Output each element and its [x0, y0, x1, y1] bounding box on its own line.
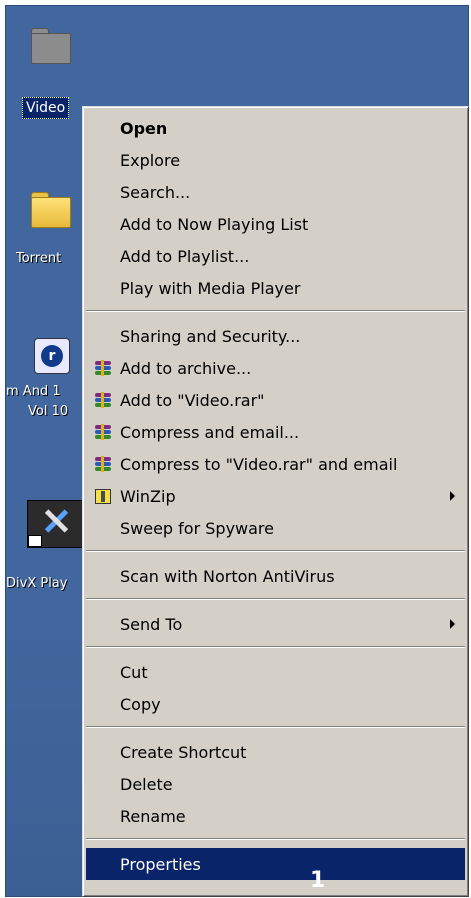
menu-item-add-now-playing[interactable]: Add to Now Playing List — [86, 208, 465, 240]
menu-item-explore[interactable]: Explore — [86, 144, 465, 176]
menu-item-create-shortcut[interactable]: Create Shortcut — [86, 736, 465, 768]
menu-item-properties[interactable]: Properties — [86, 848, 465, 880]
winrar-icon — [95, 360, 111, 376]
desktop-lower-area — [6, 626, 86, 896]
winrar-icon — [95, 424, 111, 440]
folder-icon — [31, 192, 71, 228]
menu-separator — [86, 646, 465, 648]
menu-item-open[interactable]: Open — [86, 112, 465, 144]
menu-item-compress-video-rar-email[interactable]: Compress to "Video.rar" and email — [86, 448, 465, 480]
menu-separator — [86, 598, 465, 600]
winrar-icon — [95, 392, 111, 408]
step-annotation: 1 — [310, 868, 326, 893]
realplayer-icon: r — [34, 338, 70, 374]
context-menu: Open Explore Search... Add to Now Playin… — [82, 106, 469, 897]
menu-separator — [86, 550, 465, 552]
winzip-icon — [95, 488, 111, 504]
desktop-icon-label-video[interactable]: Video — [22, 97, 70, 119]
desktop-icon-label-divx: DivX Play — [6, 576, 68, 591]
folder-icon — [31, 28, 71, 64]
menu-item-winzip[interactable]: WinZip — [86, 480, 465, 512]
menu-item-add-archive[interactable]: Add to archive... — [86, 352, 465, 384]
menu-item-add-playlist[interactable]: Add to Playlist... — [86, 240, 465, 272]
menu-item-send-to[interactable]: Send To — [86, 608, 465, 640]
desktop-icon-label-torrent: Torrent — [16, 251, 62, 266]
menu-item-compress-email[interactable]: Compress and email... — [86, 416, 465, 448]
winrar-icon — [95, 456, 111, 472]
menu-item-play-media-player[interactable]: Play with Media Player — [86, 272, 465, 304]
menu-separator — [86, 838, 465, 840]
menu-item-copy[interactable]: Copy — [86, 688, 465, 720]
menu-item-rename[interactable]: Rename — [86, 800, 465, 832]
desktop-icon-label-media-2: Vol 10 — [28, 404, 69, 419]
menu-separator — [86, 726, 465, 728]
menu-item-delete[interactable]: Delete — [86, 768, 465, 800]
menu-item-search[interactable]: Search... — [86, 176, 465, 208]
submenu-arrow-icon — [450, 619, 455, 629]
menu-item-sweep-spyware[interactable]: Sweep for Spyware — [86, 512, 465, 544]
menu-item-scan-norton[interactable]: Scan with Norton AntiVirus — [86, 560, 465, 592]
menu-separator — [86, 310, 465, 312]
submenu-arrow-icon — [450, 491, 455, 501]
menu-item-cut[interactable]: Cut — [86, 656, 465, 688]
menu-item-add-video-rar[interactable]: Add to "Video.rar" — [86, 384, 465, 416]
desktop-icon-label-media-1: m And 1 — [6, 384, 61, 399]
menu-item-sharing-security[interactable]: Sharing and Security... — [86, 320, 465, 352]
divx-icon — [27, 500, 85, 548]
